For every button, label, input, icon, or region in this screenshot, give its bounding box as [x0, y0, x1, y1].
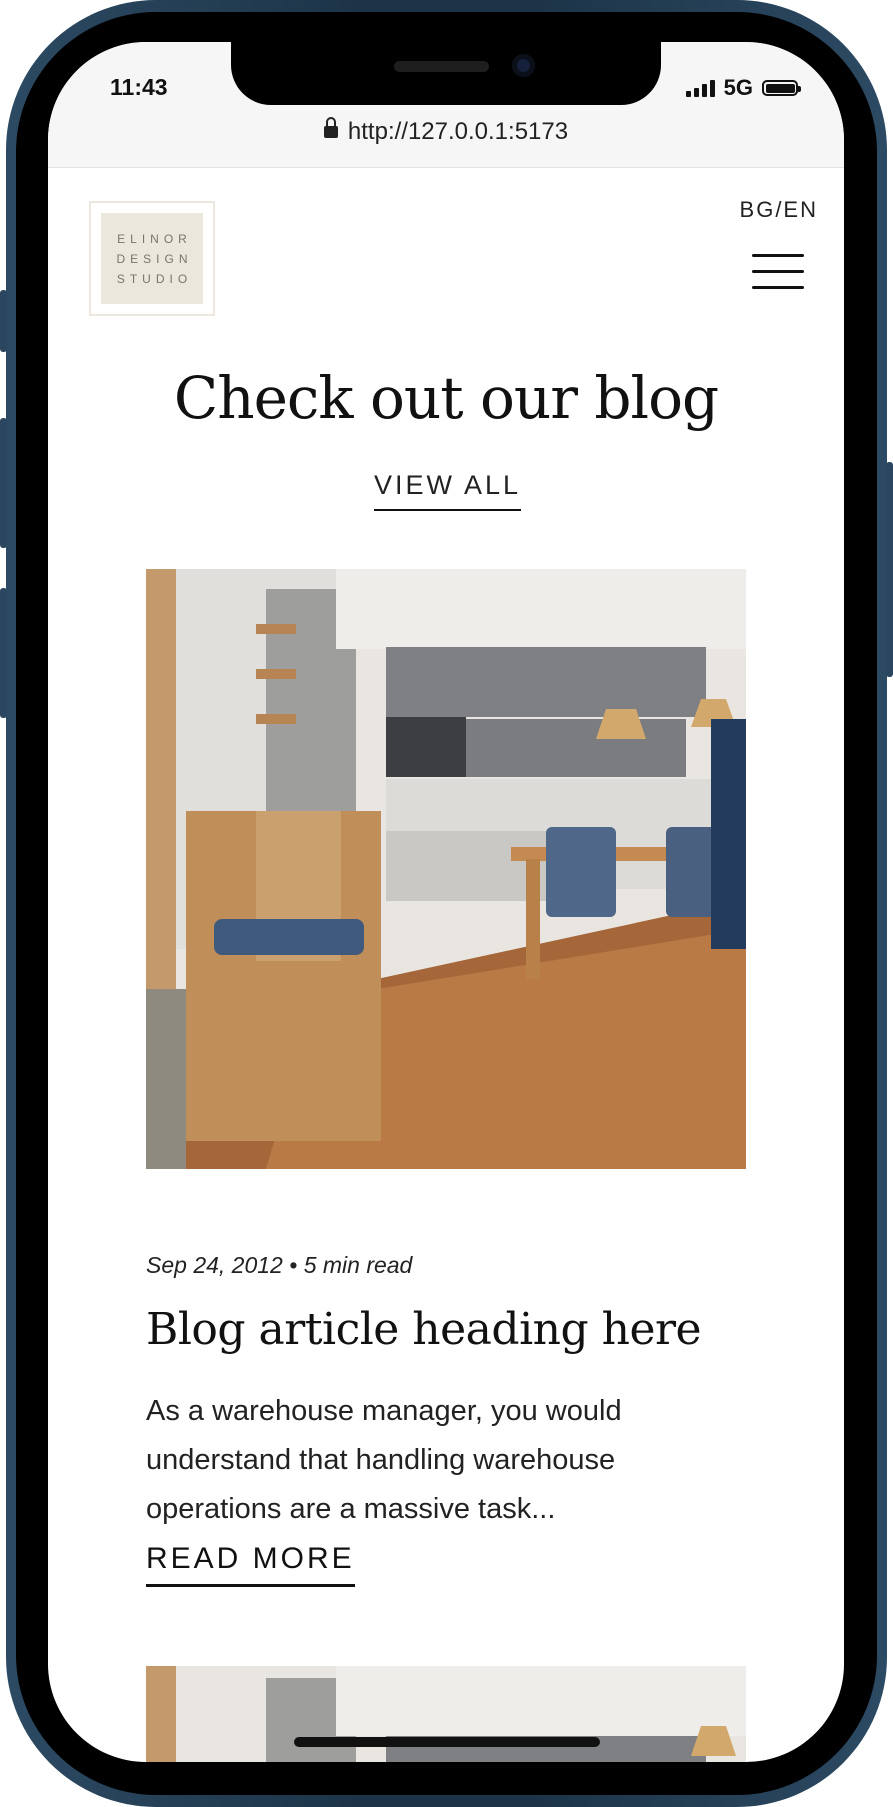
- status-time: 11:43: [110, 74, 168, 100]
- post-meta: Sep 24, 2012 • 5 min read: [146, 1252, 412, 1279]
- read-more-link[interactable]: READ MORE: [146, 1542, 355, 1587]
- logo-line-1: ELINOR: [117, 231, 192, 246]
- hamburger-menu-icon[interactable]: [752, 254, 804, 292]
- cellular-signal-icon: [685, 79, 715, 97]
- home-indicator[interactable]: [294, 1737, 600, 1747]
- volume-down-button: [0, 588, 7, 718]
- kitchen-photo: [146, 569, 746, 1169]
- post-date: Sep 24, 2012: [146, 1252, 283, 1278]
- lock-icon: [323, 117, 338, 138]
- logo-line-2: DESIGN: [116, 251, 193, 266]
- meta-separator: •: [289, 1252, 298, 1278]
- notch: [231, 42, 661, 105]
- post-title[interactable]: Blog article heading here: [146, 1304, 702, 1355]
- mute-switch: [0, 290, 7, 352]
- next-post-image[interactable]: [146, 1666, 746, 1762]
- post-excerpt: As a warehouse manager, you would unders…: [146, 1395, 622, 1525]
- power-button: [886, 462, 893, 677]
- battery-icon: [762, 80, 801, 96]
- post-read-time: 5 min read: [303, 1252, 413, 1278]
- phone-mockup: 11:43 5G http://127.0.0.1:5173 ELINOR DE…: [0, 0, 893, 1807]
- speaker-grille: [394, 61, 489, 72]
- language-toggle[interactable]: BG/EN: [740, 197, 818, 223]
- status-icons: 5G: [685, 75, 801, 101]
- blog-post-image[interactable]: [146, 569, 746, 1169]
- next-kitchen-photo: [146, 1666, 746, 1762]
- volume-up-button: [0, 418, 7, 548]
- front-camera: [512, 54, 535, 77]
- blog-section-heading: Check out our blog: [173, 364, 719, 432]
- site-logo[interactable]: ELINOR DESIGN STUDIO: [89, 201, 215, 316]
- screen: 11:43 5G http://127.0.0.1:5173 ELINOR DE…: [48, 42, 844, 1762]
- url-text: http://127.0.0.1:5173: [347, 118, 569, 145]
- logo-line-3: STUDIO: [116, 271, 193, 286]
- logo-block: ELINOR DESIGN STUDIO: [101, 213, 203, 304]
- view-all-link[interactable]: VIEW ALL: [374, 470, 522, 511]
- address-bar[interactable]: http://127.0.0.1:5173: [48, 117, 844, 146]
- network-type: 5G: [723, 75, 753, 100]
